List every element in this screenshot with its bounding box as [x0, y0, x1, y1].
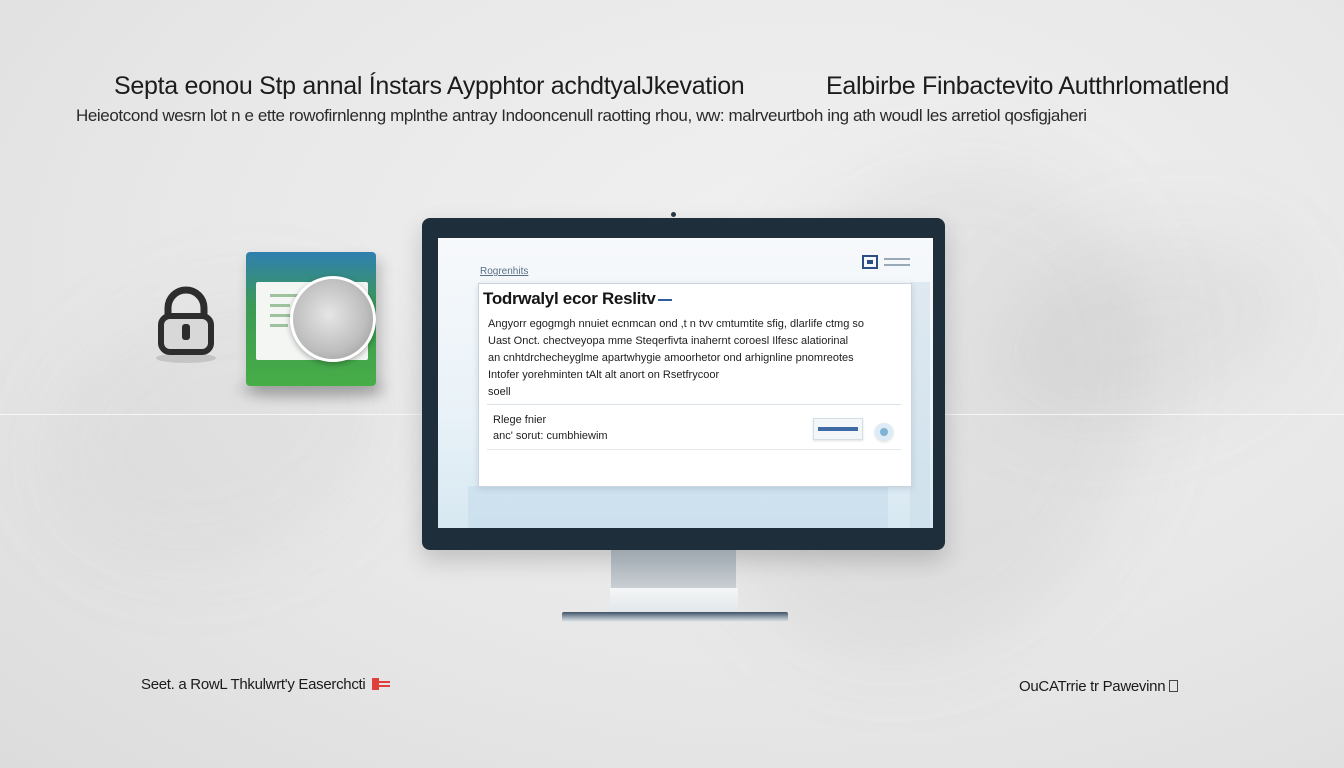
monitor-stand: [610, 588, 738, 614]
menu-lines-icon[interactable]: [884, 258, 910, 266]
footer-left-text: Seet. a RowL Thkulwrt'y Easerchcti: [141, 676, 366, 693]
card-body: Angyorr egogmgh nnuiet ecnmcan ond ,t n …: [488, 316, 898, 401]
circle-action-icon[interactable]: [875, 423, 893, 441]
tablet-screen-line: [270, 324, 288, 327]
monitor-neck: [611, 550, 736, 588]
headline-right: Ealbirbe Finbactevito Autthrlomatlend: [826, 72, 1230, 100]
card-divider: [487, 404, 901, 405]
card-sub-label: Rlege fnier: [493, 414, 547, 426]
screen-side-strip: [910, 282, 930, 528]
card-body-line: an cnhtdrchecheyglme apartwhygie amoorhe…: [488, 352, 854, 364]
camera-dot: [671, 212, 676, 217]
card-input-field[interactable]: [813, 418, 863, 440]
card-divider: [487, 449, 901, 450]
monitor-screen: Rogrenhits Todrwalyl ecor Reslitv Angyor…: [438, 238, 933, 528]
card-body-line: Angyorr egogmgh nnuiet ecnmcan ond ,t n …: [488, 318, 865, 330]
red-flag-icon: [372, 678, 391, 690]
tablet-screen-line: [270, 294, 298, 297]
card-title-text: Todrwalyl ecor Reslitv: [483, 289, 656, 308]
document-icon: [1169, 680, 1179, 692]
title-dash: [657, 298, 672, 301]
tablet-lens-icon: [290, 276, 376, 362]
card-sub-section: Rlege fnier anc' sorut: cumbhiewim: [493, 412, 608, 444]
padlock-icon: [156, 286, 216, 363]
tablet-screen-line: [270, 304, 290, 307]
footer-left[interactable]: Seet. a RowL Thkulwrt'y Easerchcti: [141, 676, 391, 693]
card-sub-text: anc' sorut: cumbhiewim: [493, 430, 608, 442]
footer-right[interactable]: OuCATrrie tr Pawevinn: [1019, 678, 1179, 695]
tablet-device: [246, 252, 376, 386]
headline-left: Septa еonou Stp annal Ínstars Aypphtor a…: [114, 72, 745, 100]
footer-right-text: OuCATrrie tr Pawevinn: [1019, 678, 1166, 695]
card-body-line: soell: [488, 386, 511, 398]
screen-bottom-panel: [468, 486, 888, 528]
subheadline: Heieotcond wesrn lot n e ette rowofirnle…: [76, 106, 1087, 125]
monitor-base: [562, 612, 788, 622]
screen-breadcrumb[interactable]: Rogrenhits: [480, 266, 528, 277]
content-card: Todrwalyl ecor Reslitv Angyorr egogmgh n…: [478, 283, 912, 487]
card-title: Todrwalyl ecor Reslitv: [483, 289, 672, 309]
monitor: Rogrenhits Todrwalyl ecor Reslitv Angyor…: [422, 218, 945, 550]
card-body-line: Intofer yorehminten tAlt alt anort on Rs…: [488, 369, 720, 381]
card-body-line: Uast Onct. chectveyopa mme Steqerfivta i…: [488, 335, 849, 347]
app-logo-icon: [862, 255, 878, 269]
